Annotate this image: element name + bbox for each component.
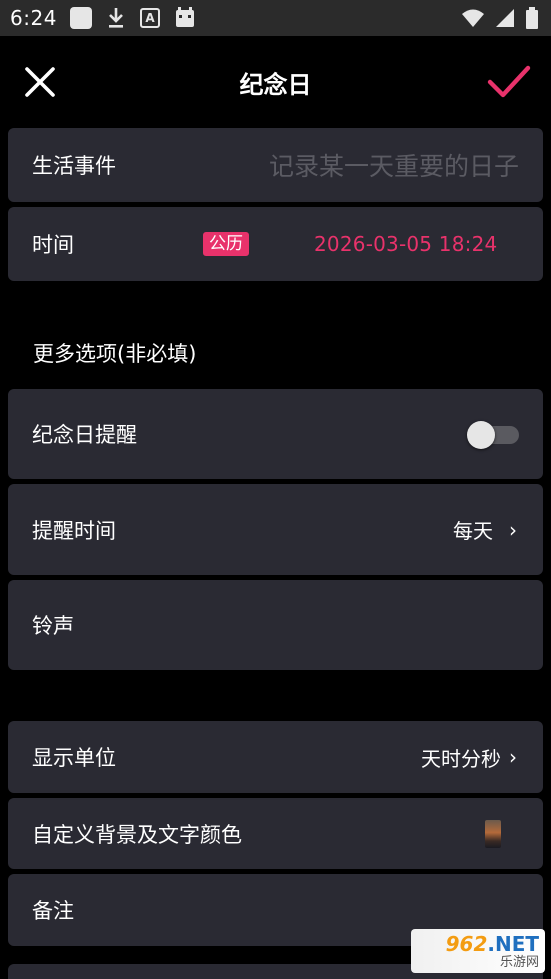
confirm-check-icon[interactable] [487,62,531,102]
display-unit-label: 显示单位 [32,746,116,770]
android-icon [176,7,194,27]
chevron-right-icon: › [509,745,517,769]
download-icon [109,8,123,28]
reminder-label: 纪念日提醒 [32,423,137,447]
reminder-time-value: 每天 [453,519,493,543]
watermark-brand: 962.NET [445,931,539,956]
top-app-bar: 纪念日 [0,36,551,128]
wifi-icon [462,9,484,27]
more-options-title: 更多选项(非必填) [33,342,197,366]
background-thumbnail[interactable] [485,819,501,848]
toggle-knob [467,421,495,449]
ringtone-label: 铃声 [32,614,74,638]
signal-icon [496,9,514,27]
custom-background-label: 自定义背景及文字颜色 [32,822,242,847]
event-name-input[interactable]: 记录某一天重要的日子 [269,147,519,183]
time-label: 时间 [32,233,74,257]
reminder-row[interactable]: 纪念日提醒 [8,389,543,479]
event-name-row[interactable]: 生活事件 记录某一天重要的日子 [8,128,543,202]
custom-background-row[interactable]: 自定义背景及文字颜色 [8,798,543,869]
reminder-time-label: 提醒时间 [32,518,116,543]
ringtone-row[interactable]: 铃声 [8,580,543,670]
watermark-subtitle: 乐游网 [499,954,539,970]
note-label: 备注 [32,899,74,923]
calendar-type-badge[interactable]: 公历 [203,232,249,256]
app-notification-icon [70,7,92,29]
datetime-value[interactable]: 2026-03-05 18:24 [314,232,497,256]
event-label: 生活事件 [32,154,116,178]
page-title: 纪念日 [239,71,312,99]
site-watermark-logo: 962.NET 乐游网 [411,929,545,973]
reminder-time-row[interactable]: 提醒时间 每天 › [8,484,543,575]
reminder-toggle[interactable] [467,421,519,449]
status-time: 6:24 [10,6,57,30]
system-icons [461,7,539,29]
battery-icon [526,7,538,29]
notification-icons: A [70,6,196,30]
display-unit-value: 天时分秒 [421,746,501,771]
display-unit-row[interactable]: 显示单位 天时分秒 › [8,721,543,793]
status-bar: 6:24 A [0,0,551,36]
chevron-right-icon: › [509,517,517,542]
time-row[interactable]: 时间 公历 2026-03-05 18:24 [8,207,543,281]
a-notification-icon: A [140,8,160,28]
